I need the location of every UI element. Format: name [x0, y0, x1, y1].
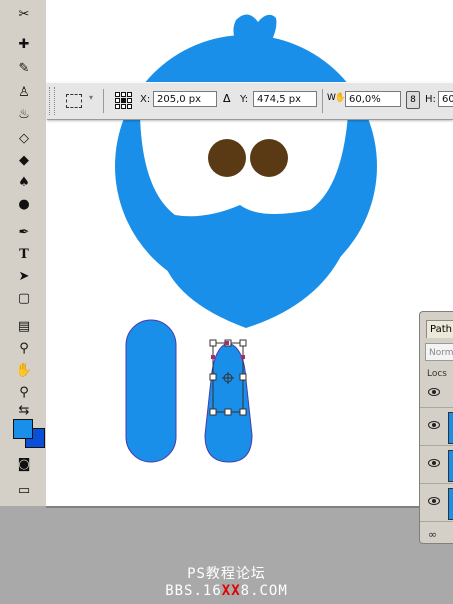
layer-row[interactable]	[420, 446, 453, 484]
left-leg-shape	[125, 319, 177, 463]
paths-panel: Path Norm Locs ∞	[419, 311, 453, 544]
tool-preset-icon[interactable]	[66, 94, 82, 108]
tab-paths[interactable]: Path	[426, 320, 453, 338]
left-eye	[208, 139, 246, 177]
h-label: H:	[425, 94, 436, 105]
visibility-eye-icon[interactable]	[428, 388, 440, 396]
x-label: X:	[140, 94, 151, 105]
transform-options-bar: ▾ X: 205,0 px Δ Y: 474,5 px W✋ 60,0% 8 H…	[47, 82, 453, 120]
y-position-field[interactable]: 474,5 px	[253, 91, 317, 107]
visibility-eye-icon[interactable]	[428, 421, 440, 429]
layer-row[interactable]	[420, 484, 453, 522]
visibility-eye-icon[interactable]	[428, 497, 440, 505]
x-position-field[interactable]: 205,0 px	[153, 91, 217, 107]
width-scale-icon[interactable]: W✋	[327, 93, 346, 103]
watermark-title: PS教程论坛	[187, 566, 266, 582]
width-percent-field[interactable]: 60,0%	[345, 91, 401, 107]
layer-thumbnail	[448, 488, 453, 520]
separator	[103, 89, 104, 113]
y-label: Y:	[240, 94, 249, 105]
tool-preset-chevron-icon[interactable]: ▾	[89, 93, 93, 102]
right-leg-shape	[204, 342, 253, 463]
blend-mode-select[interactable]: Norm	[425, 343, 453, 361]
reference-point-icon[interactable]	[115, 92, 132, 109]
delta-icon[interactable]: Δ	[223, 92, 231, 105]
link-proportions-icon[interactable]: 8	[406, 91, 420, 109]
layer-row[interactable]	[420, 380, 453, 408]
layer-row[interactable]	[420, 408, 453, 446]
layer-thumbnail	[448, 412, 453, 444]
layer-thumbnail	[448, 450, 453, 482]
visibility-eye-icon[interactable]	[428, 459, 440, 467]
separator	[322, 89, 323, 113]
lock-label: Locs	[427, 369, 447, 379]
watermark-url: BBS.16XX8.COM	[165, 583, 288, 599]
options-grip[interactable]	[49, 87, 55, 115]
height-percent-field[interactable]: 60	[438, 91, 453, 107]
link-layers-icon[interactable]: ∞	[428, 528, 437, 541]
right-eye	[250, 139, 288, 177]
